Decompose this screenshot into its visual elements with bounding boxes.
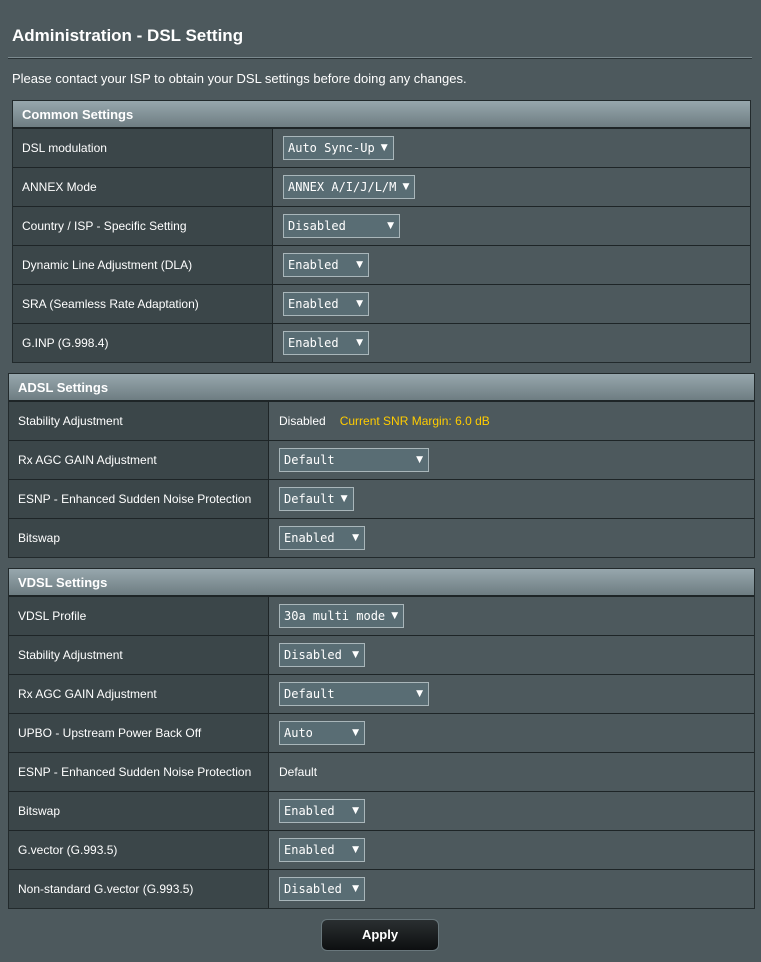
setting-row: Dynamic Line Adjustment (DLA) Enabled ▼ <box>13 245 750 284</box>
setting-row: G.INP (G.998.4) Enabled ▼ <box>13 323 750 362</box>
vdsl-esnp-value: Default <box>279 765 318 779</box>
setting-row: ESNP - Enhanced Sudden Noise Protection … <box>9 479 754 518</box>
section-header: VDSL Settings <box>9 569 754 596</box>
setting-label: VDSL Profile <box>9 597 269 635</box>
adsl-bitswap-select[interactable]: Enabled ▼ <box>279 526 365 550</box>
setting-label: Rx AGC GAIN Adjustment <box>9 441 269 479</box>
setting-label: UPBO - Upstream Power Back Off <box>9 714 269 752</box>
setting-label: Stability Adjustment <box>9 636 269 674</box>
setting-label: G.vector (G.993.5) <box>9 831 269 869</box>
vdsl-stability-select[interactable]: Disabled ▼ <box>279 643 365 667</box>
setting-label: Country / ISP - Specific Setting <box>13 207 273 245</box>
page-title: Administration - DSL Setting <box>12 26 244 45</box>
caret-down-icon: ▼ <box>416 689 423 699</box>
setting-row: Bitswap Enabled ▼ <box>9 518 754 557</box>
setting-label: Rx AGC GAIN Adjustment <box>9 675 269 713</box>
section-header: ADSL Settings <box>9 374 754 401</box>
setting-row: ESNP - Enhanced Sudden Noise Protection … <box>9 752 754 791</box>
upbo-select[interactable]: Auto ▼ <box>279 721 365 745</box>
sra-select[interactable]: Enabled ▼ <box>283 292 369 316</box>
setting-row: Non-standard G.vector (G.993.5) Disabled… <box>9 869 754 908</box>
setting-row: SRA (Seamless Rate Adaptation) Enabled ▼ <box>13 284 750 323</box>
setting-row: Rx AGC GAIN Adjustment Default ▼ <box>9 674 754 713</box>
snr-margin-text: Current SNR Margin: 6.0 dB <box>339 414 490 428</box>
setting-label: ANNEX Mode <box>13 168 273 206</box>
caret-down-icon: ▼ <box>402 182 410 192</box>
vdsl-profile-select[interactable]: 30a multi mode ▼ <box>279 604 405 628</box>
caret-down-icon: ▼ <box>352 806 359 816</box>
vdsl-rx-agc-select[interactable]: Default ▼ <box>279 682 429 706</box>
setting-label: Bitswap <box>9 792 269 830</box>
caret-down-icon: ▼ <box>352 884 359 894</box>
setting-label: ESNP - Enhanced Sudden Noise Protection <box>9 753 269 791</box>
setting-row: Stability Adjustment Disabled Current SN… <box>9 401 754 440</box>
caret-down-icon: ▼ <box>387 221 394 231</box>
setting-label: G.INP (G.998.4) <box>13 324 273 362</box>
adsl-rx-agc-select[interactable]: Default ▼ <box>279 448 429 472</box>
caret-down-icon: ▼ <box>340 494 348 504</box>
setting-label: SRA (Seamless Rate Adaptation) <box>13 285 273 323</box>
title-divider <box>8 57 752 59</box>
dsl-modulation-select[interactable]: Auto Sync-Up ▼ <box>283 136 394 160</box>
caret-down-icon: ▼ <box>352 728 359 738</box>
caret-down-icon: ▼ <box>356 260 363 270</box>
setting-row: Bitswap Enabled ▼ <box>9 791 754 830</box>
caret-down-icon: ▼ <box>356 299 363 309</box>
adsl-settings-section: ADSL Settings Stability Adjustment Disab… <box>8 373 755 558</box>
common-settings-section: Common Settings DSL modulation Auto Sync… <box>12 100 751 363</box>
section-header: Common Settings <box>13 101 750 128</box>
dla-select[interactable]: Enabled ▼ <box>283 253 369 277</box>
setting-label: Stability Adjustment <box>9 402 269 440</box>
caret-down-icon: ▼ <box>352 650 359 660</box>
adsl-esnp-select[interactable]: Default ▼ <box>279 487 354 511</box>
setting-row: DSL modulation Auto Sync-Up ▼ <box>13 128 750 167</box>
setting-row: Country / ISP - Specific Setting Disable… <box>13 206 750 245</box>
setting-row: Stability Adjustment Disabled ▼ <box>9 635 754 674</box>
setting-row: Rx AGC GAIN Adjustment Default ▼ <box>9 440 754 479</box>
apply-button[interactable]: Apply <box>321 919 439 951</box>
setting-row: ANNEX Mode ANNEX A/I/J/L/M ▼ <box>13 167 750 206</box>
caret-down-icon: ▼ <box>380 143 388 153</box>
setting-label: ESNP - Enhanced Sudden Noise Protection <box>9 480 269 518</box>
annex-mode-select[interactable]: ANNEX A/I/J/L/M ▼ <box>283 175 416 199</box>
country-isp-select[interactable]: Disabled ▼ <box>283 214 400 238</box>
setting-row: UPBO - Upstream Power Back Off Auto ▼ <box>9 713 754 752</box>
setting-row: VDSL Profile 30a multi mode ▼ <box>9 596 754 635</box>
setting-label: Non-standard G.vector (G.993.5) <box>9 870 269 908</box>
setting-label: DSL modulation <box>13 129 273 167</box>
vdsl-settings-section: VDSL Settings VDSL Profile 30a multi mod… <box>8 568 755 909</box>
notice-text: Please contact your ISP to obtain your D… <box>12 71 467 86</box>
caret-down-icon: ▼ <box>356 338 363 348</box>
ginp-select[interactable]: Enabled ▼ <box>283 331 369 355</box>
caret-down-icon: ▼ <box>416 455 423 465</box>
setting-label: Dynamic Line Adjustment (DLA) <box>13 246 273 284</box>
gvector-select[interactable]: Enabled ▼ <box>279 838 365 862</box>
vdsl-bitswap-select[interactable]: Enabled ▼ <box>279 799 365 823</box>
setting-row: G.vector (G.993.5) Enabled ▼ <box>9 830 754 869</box>
setting-label: Bitswap <box>9 519 269 557</box>
caret-down-icon: ▼ <box>352 533 359 543</box>
adsl-stability-value: Disabled <box>279 414 326 428</box>
caret-down-icon: ▼ <box>352 845 359 855</box>
caret-down-icon: ▼ <box>391 611 399 621</box>
nonstandard-gvector-select[interactable]: Disabled ▼ <box>279 877 365 901</box>
